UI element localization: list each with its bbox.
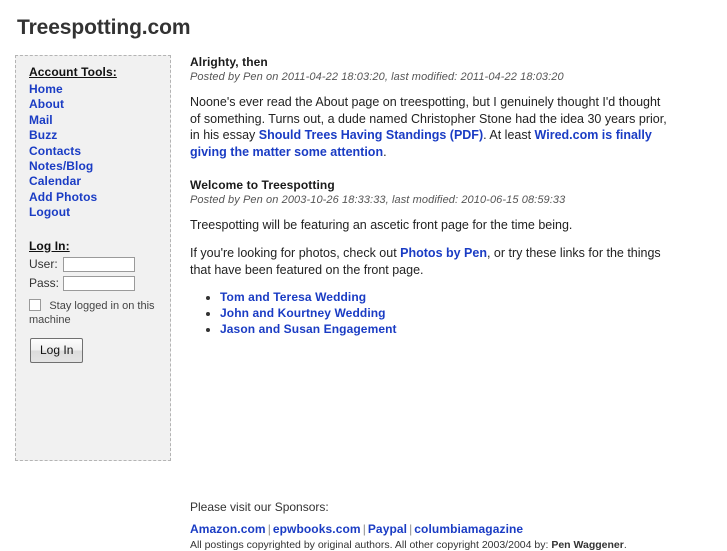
login-button[interactable]: Log In — [30, 337, 84, 363]
pass-label: Pass: — [29, 276, 60, 291]
post-link-photos-by-pen[interactable]: Photos by Pen — [400, 246, 487, 260]
post-meta: Posted by Pen on 2011-04-22 18:03:20, la… — [190, 71, 564, 83]
post-paragraph: Treespotting will be featuring an asceti… — [190, 218, 573, 233]
page-title: Treespotting.com — [17, 16, 191, 39]
post-paragraph: If you're looking for photos, check out … — [190, 245, 668, 278]
user-field-row: User: — [29, 256, 170, 272]
list-item: John and Kourtney Wedding — [220, 305, 668, 321]
sponsor-link-columbiamagazine[interactable]: columbiamagazine — [414, 522, 523, 536]
post-link-jason-and-susan-engagement[interactable]: Jason and Susan Engagement — [220, 322, 397, 336]
post-text-segment: . At least — [483, 128, 535, 143]
account-tools-heading: Account Tools: — [29, 65, 117, 79]
post-link-john-and-kourtney-wedding[interactable]: John and Kourtney Wedding — [220, 306, 386, 320]
sidebar-link-calendar[interactable]: Calendar — [29, 174, 170, 189]
post-body: Noone's ever read the About page on tree… — [190, 94, 668, 160]
copyright-owner: Pen Waggener — [551, 539, 624, 551]
sponsor-link-amazon[interactable]: Amazon.com — [190, 522, 266, 536]
post-alrighty-then: Alrighty, then Posted by Pen on 2011-04-… — [190, 55, 668, 160]
list-item: Tom and Teresa Wedding — [220, 289, 668, 305]
sidebar-link-add-photos[interactable]: Add Photos — [29, 190, 170, 205]
post-text-segment: If you're looking for photos, check out — [190, 245, 401, 260]
sponsor-separator: | — [267, 522, 271, 536]
footer: Please visit our Sponsors: Amazon.com | ep… — [190, 500, 690, 551]
stay-logged-in-label: Stay logged in on this machine — [29, 299, 155, 326]
copyright-text: All postings copyrighted by original aut… — [190, 539, 552, 551]
post-title: Alrighty, then — [190, 55, 268, 69]
sponsor-separator: | — [362, 522, 366, 536]
sponsor-links: Amazon.com | epwbooks.com | Paypal | columbiam… — [190, 522, 690, 536]
featured-links-list: Tom and Teresa Wedding John and Kourtney … — [190, 289, 668, 337]
main-content: Alrighty, then Posted by Pen on 2011-04-… — [190, 55, 668, 355]
stay-logged-in-row: Stay logged in on this machine — [29, 298, 157, 327]
sidebar-link-home[interactable]: Home — [29, 82, 170, 97]
sidebar-link-buzz[interactable]: Buzz — [29, 128, 170, 143]
stay-logged-in-checkbox[interactable] — [29, 298, 41, 311]
sidebar-link-contacts[interactable]: Contacts — [29, 144, 170, 159]
sidebar-panel: Account Tools: Home About Mail Buzz Contacts… — [15, 55, 171, 461]
post-body: Treespotting will be featuring an asceti… — [190, 217, 668, 337]
post-welcome-to-treespotting: Welcome to Treespotting Posted by Pen on… — [190, 178, 668, 337]
post-title: Welcome to Treespotting — [190, 178, 335, 193]
post-link-should-trees-having-standings[interactable]: Should Trees Having Standings (PDF) — [259, 128, 483, 142]
sponsor-link-paypal[interactable]: Paypal — [368, 522, 407, 536]
sidebar-link-about[interactable]: About — [29, 97, 170, 112]
sponsor-intro: Please visit our Sponsors: — [190, 500, 329, 514]
copyright-line: All postings copyrighted by original aut… — [190, 539, 690, 551]
list-item: Jason and Susan Engagement — [220, 321, 668, 337]
sidebar-nav: Home About Mail Buzz Contacts Notes/Blog Calen… — [29, 82, 170, 221]
user-label: User: — [29, 257, 58, 272]
post-paragraph: Noone's ever read the About page on tree… — [190, 94, 668, 160]
post-link-tom-and-teresa-wedding[interactable]: Tom and Teresa Wedding — [220, 290, 366, 304]
post-meta: Posted by Pen on 2003-10-26 18:33:33, la… — [190, 194, 566, 207]
sponsor-link-epwbooks[interactable]: epwbooks.com — [273, 522, 361, 536]
pass-field-row: Pass: — [29, 275, 170, 291]
user-input[interactable] — [63, 256, 135, 272]
sidebar-link-notes-blog[interactable]: Notes/Blog — [29, 159, 170, 174]
login-heading: Log In: — [29, 238, 70, 253]
sidebar-link-logout[interactable]: Logout — [29, 205, 170, 220]
copyright-suffix: . — [623, 539, 627, 551]
post-text-segment: . — [383, 144, 387, 159]
sidebar-link-mail[interactable]: Mail — [29, 113, 170, 128]
password-input[interactable] — [63, 275, 135, 291]
